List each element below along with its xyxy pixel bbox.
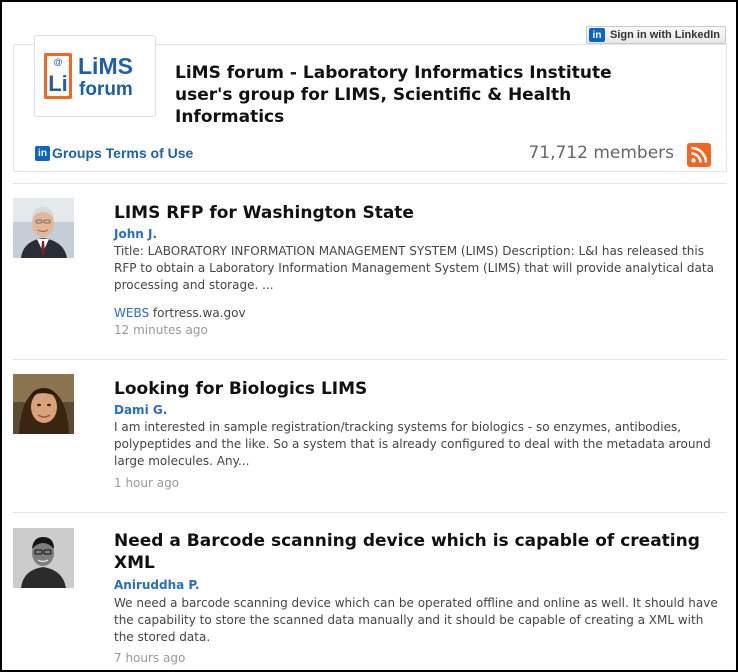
- sign-in-label: Sign in with LinkedIn: [610, 29, 720, 41]
- linkedin-icon: in: [35, 145, 50, 161]
- divider: [13, 183, 727, 184]
- svg-text:Li: Li: [48, 71, 68, 96]
- author-name[interactable]: Dami G.: [114, 403, 167, 417]
- timestamp: 1 hour ago: [114, 476, 180, 490]
- svg-text:@: @: [53, 57, 62, 67]
- divider: [13, 359, 727, 360]
- source-link[interactable]: WEBS fortress.wa.gov: [114, 306, 246, 320]
- avatar[interactable]: [13, 528, 74, 588]
- discussion-title[interactable]: Need a Barcode scanning device which is …: [114, 530, 714, 574]
- divider: [13, 512, 727, 513]
- rss-icon[interactable]: [687, 143, 711, 167]
- group-header: @ Li LiMS forum LiMS forum - Laboratory …: [13, 35, 727, 172]
- discussion-snippet: Title: LABORATORY INFORMATION MANAGEMENT…: [114, 244, 714, 292]
- discussion-snippet: I am interested in sample registration/t…: [114, 420, 711, 468]
- discussion-title[interactable]: Looking for Biologics LIMS: [114, 378, 714, 400]
- timestamp: 7 hours ago: [114, 651, 186, 665]
- timestamp: 12 minutes ago: [114, 323, 208, 337]
- svg-text:forum: forum: [79, 79, 133, 100]
- author-name[interactable]: Aniruddha P.: [114, 578, 200, 592]
- group-title[interactable]: LiMS forum - Laboratory Informatics Inst…: [175, 62, 635, 128]
- group-logo[interactable]: @ Li LiMS forum: [34, 35, 156, 117]
- groups-terms-link[interactable]: in Groups Terms of Use: [35, 145, 193, 161]
- lims-forum-logo-icon: @ Li LiMS forum: [44, 53, 133, 100]
- avatar[interactable]: [13, 374, 74, 434]
- member-count: 71,712 members: [528, 143, 674, 163]
- terms-label: Groups Terms of Use: [52, 145, 194, 161]
- svg-text:LiMS: LiMS: [78, 53, 133, 79]
- discussion-title[interactable]: LIMS RFP for Washington State: [114, 202, 714, 224]
- sign-in-linkedin-button[interactable]: in Sign in with LinkedIn: [586, 26, 726, 44]
- linkedin-icon: in: [589, 28, 605, 42]
- source-domain: fortress.wa.gov: [152, 306, 246, 320]
- source-tag: WEBS: [114, 306, 150, 320]
- author-name[interactable]: John J.: [114, 227, 157, 241]
- avatar[interactable]: [13, 198, 74, 258]
- discussion-snippet: We need a barcode scanning device which …: [114, 596, 718, 644]
